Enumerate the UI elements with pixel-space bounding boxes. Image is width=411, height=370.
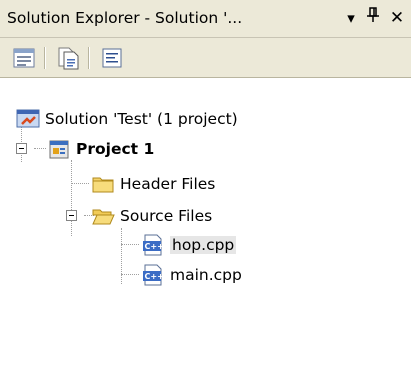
close-icon[interactable]: ✕ — [386, 6, 408, 30]
tree-item-project[interactable]: Project 1 — [47, 137, 154, 161]
window-title: Solution Explorer - Solution '... — [7, 9, 243, 27]
project-icon — [47, 138, 71, 160]
tree-item-solution[interactable]: Solution 'Test' (1 project) — [16, 107, 238, 131]
folder-closed-icon — [91, 173, 115, 195]
tree-connector — [34, 148, 46, 150]
show-all-files-icon[interactable] — [56, 46, 80, 70]
svg-text:C++: C++ — [145, 272, 164, 281]
solution-tree: Solution 'Test' (1 project) Project 1 He… — [0, 78, 411, 370]
header-files-label: Header Files — [120, 175, 216, 193]
tree-item-file[interactable]: C++ hop.cpp — [141, 233, 237, 257]
pin-icon-graphic — [367, 7, 379, 22]
tree-item-header-files[interactable]: Header Files — [91, 172, 215, 196]
solution-icon — [16, 108, 40, 130]
project-label: Project 1 — [76, 140, 155, 158]
file-label: hop.cpp — [170, 236, 237, 254]
auto-hide-pin-icon[interactable] — [362, 6, 384, 30]
view-code-icon[interactable] — [100, 46, 124, 70]
file-label: main.cpp — [170, 266, 242, 284]
solution-label: Solution 'Test' (1 project) — [45, 110, 238, 128]
window-position-dropdown-icon[interactable]: ▾ — [340, 6, 362, 30]
source-files-label: Source Files — [120, 207, 213, 225]
tree-item-source-files[interactable]: Source Files — [91, 204, 212, 228]
source-files-collapse-toggle[interactable] — [66, 210, 77, 221]
tree-connector — [71, 160, 73, 236]
tree-connector — [71, 183, 89, 185]
svg-text:C++: C++ — [145, 242, 164, 251]
tree-connector — [121, 244, 139, 246]
title-bar: Solution Explorer - Solution '... ▾ ✕ — [0, 0, 411, 38]
solution-explorer-toolbar — [0, 38, 411, 78]
toolbar-separator — [88, 47, 90, 69]
tree-item-file[interactable]: C++ main.cpp — [141, 263, 242, 287]
cpp-file-icon: C++ — [141, 234, 165, 256]
tree-connector — [121, 274, 139, 276]
properties-icon[interactable] — [12, 46, 36, 70]
project-collapse-toggle[interactable] — [16, 143, 27, 154]
toolbar-separator — [44, 47, 46, 69]
folder-open-icon — [91, 205, 115, 227]
cpp-file-icon: C++ — [141, 264, 165, 286]
